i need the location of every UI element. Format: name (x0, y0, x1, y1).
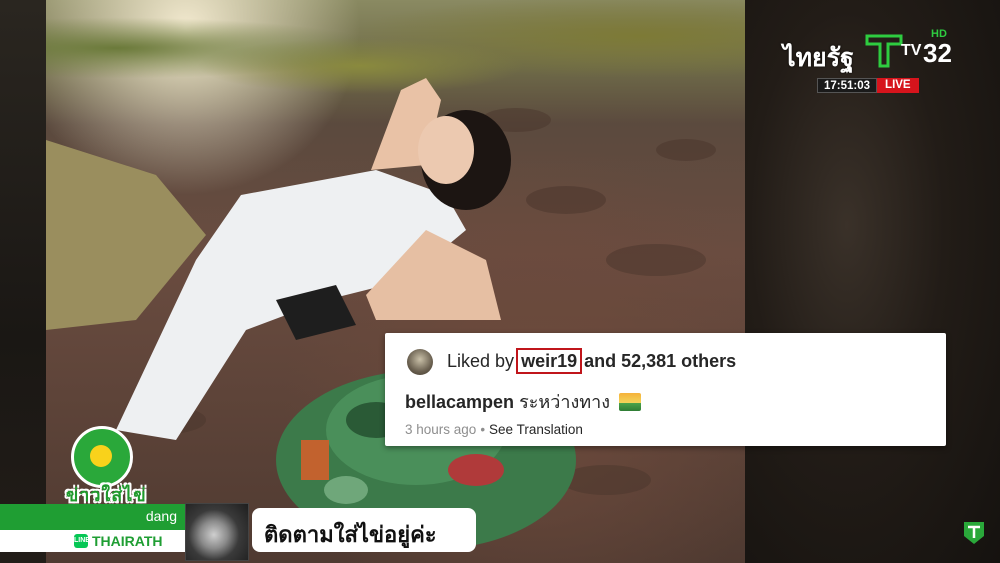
corner-watermark-icon (964, 522, 984, 544)
liked-by-user-link[interactable]: weir19 (516, 348, 583, 374)
caption-text: ระหว่างทาง (519, 392, 611, 412)
egg-yolk-icon (90, 445, 112, 467)
live-badge: LIVE (877, 78, 919, 93)
live-clock-bar: 17:51:03 LIVE (817, 78, 929, 93)
station-logo: ไทยรัฐ TV HD 32 (783, 28, 958, 78)
post-caption: bellacampen ระหว่างทาง (405, 387, 642, 416)
commenter-name-bar: dang (0, 504, 185, 528)
commenter-name: dang (145, 508, 177, 524)
tv-label: TV (901, 42, 922, 59)
channel-number: 32 (923, 38, 952, 68)
source-label: THAIRATH (92, 533, 163, 549)
post-timestamp: 3 hours ago (405, 422, 477, 437)
show-logo: ข่าวใส่ไข่ (66, 426, 166, 505)
line-app-icon: LINE (74, 534, 90, 548)
avatar[interactable] (407, 349, 433, 375)
likes-count-link[interactable]: and 52,381 others (584, 351, 736, 371)
post-meta: 3 hours ago • See Translation (405, 422, 583, 437)
see-translation-link[interactable]: See Translation (489, 422, 583, 437)
comment-text: ติดตามใส่ไข่อยู่ค่ะ (264, 522, 437, 547)
liked-by-prefix: Liked by (447, 351, 515, 371)
blurred-background-left (0, 0, 46, 563)
sunrise-emoji-icon (619, 393, 642, 411)
commenter-avatar (185, 503, 249, 561)
meta-separator: • (480, 422, 486, 437)
clock-time: 17:51:03 (817, 78, 878, 93)
comment-bubble: ติดตามใส่ไข่อยู่ค่ะ (252, 508, 476, 552)
likes-line: Liked by weir19 and 52,381 others (447, 348, 736, 374)
instagram-post-card: Liked by weir19 and 52,381 others bellac… (385, 333, 946, 446)
username-link[interactable]: bellacampen (405, 392, 514, 412)
thairath-t-icon (865, 34, 903, 68)
source-bar: LINE THAIRATH (0, 528, 185, 552)
station-logo-text: ไทยรัฐ (783, 44, 854, 72)
